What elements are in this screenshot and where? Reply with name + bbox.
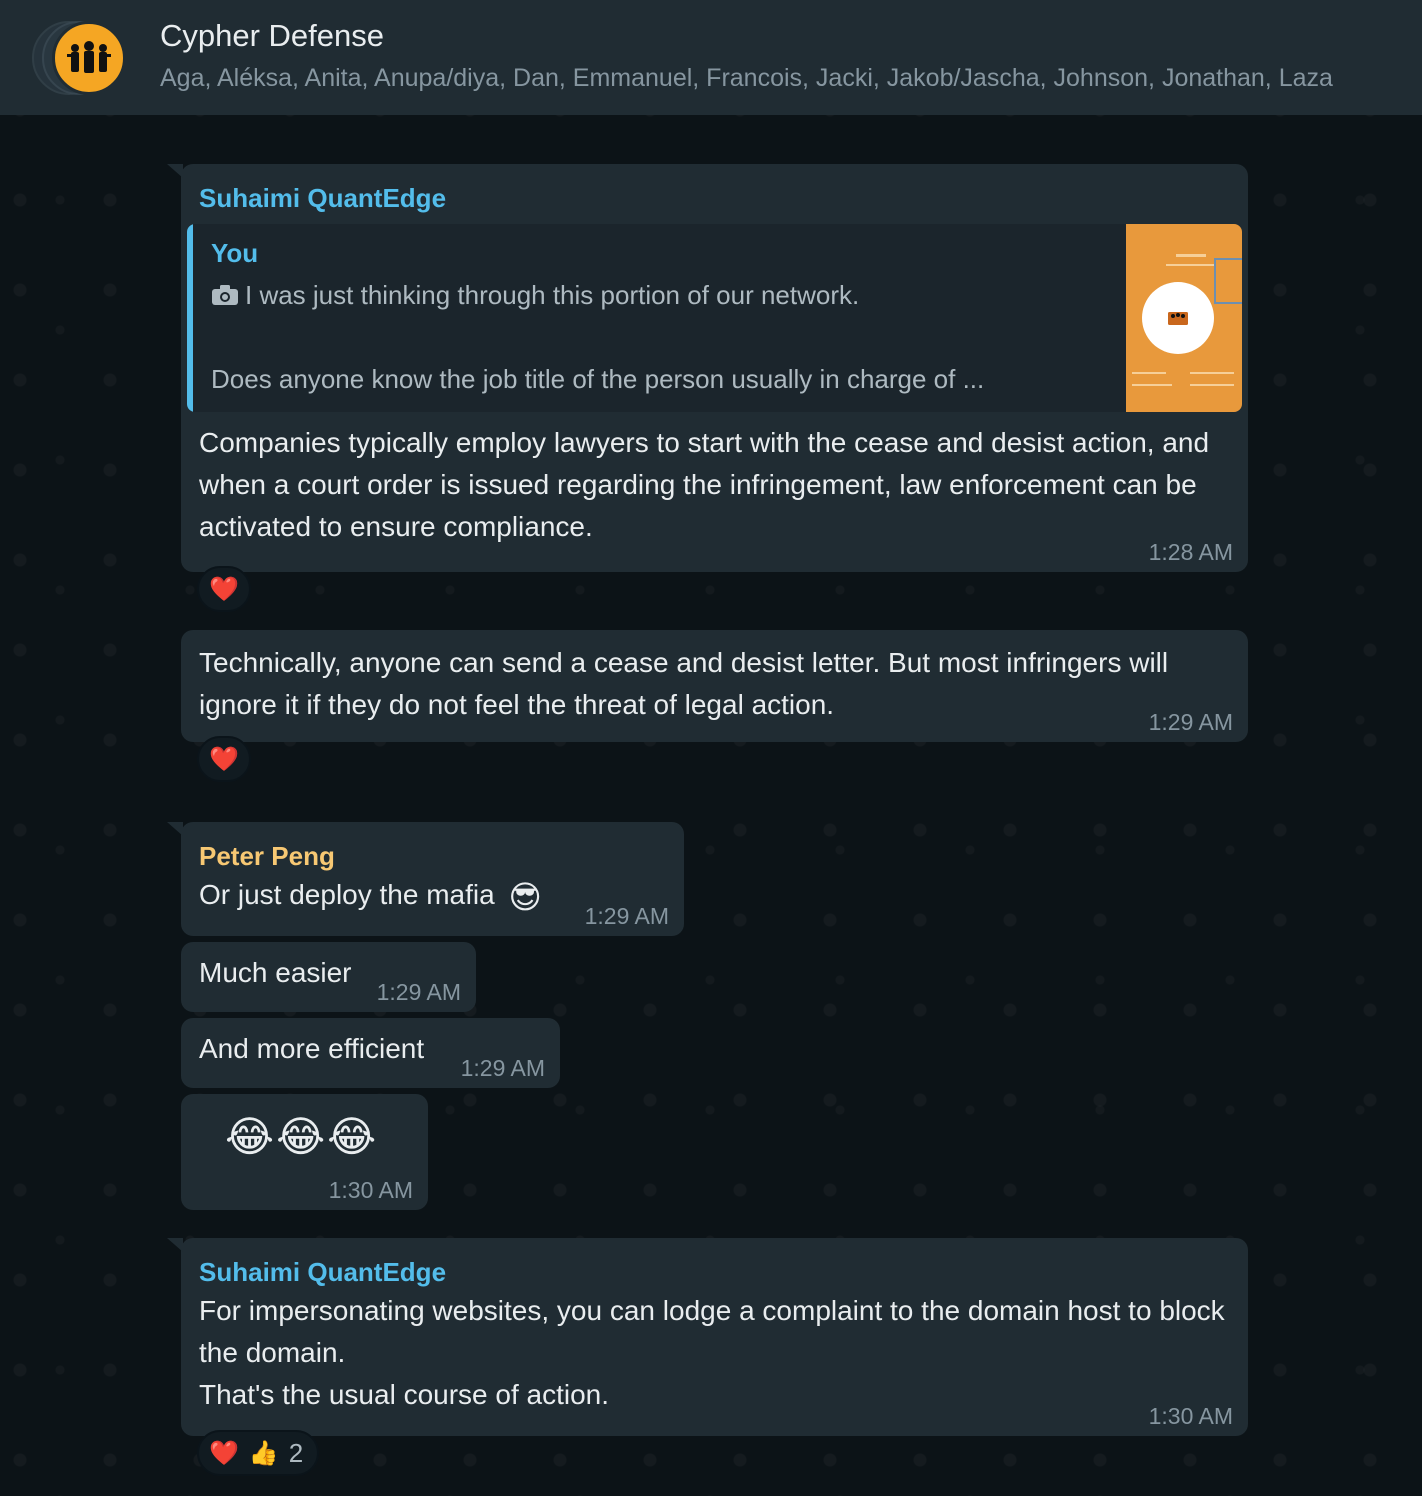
quote-image-thumbnail[interactable]: [1126, 224, 1242, 412]
quote-text: I was just thinking through this portion…: [245, 280, 860, 310]
message-bubble[interactable]: Technically, anyone can send a cease and…: [181, 630, 1248, 742]
message-bubble[interactable]: 😂😂😂 1:30 AM: [181, 1094, 428, 1210]
thumb-detail: [1132, 372, 1166, 374]
message-text: Or just deploy the mafia: [199, 879, 495, 910]
thumb-detail: [1166, 264, 1216, 266]
thumb-logo: [1142, 282, 1214, 354]
quote-accent-bar: [187, 224, 193, 412]
message-timestamp: 1:29 AM: [376, 979, 461, 1005]
thumb-detail: [1176, 254, 1206, 257]
message-timestamp: 1:30 AM: [328, 1177, 413, 1203]
chat-title[interactable]: Cypher Defense: [160, 18, 384, 54]
message-text: Technically, anyone can send a cease and…: [199, 647, 1169, 720]
reaction-badge[interactable]: ❤️ 👍 2: [197, 1430, 320, 1476]
message-bubble[interactable]: Suhaimi QuantEdge You I was just thinkin…: [167, 164, 1248, 572]
message-timestamp: 1:30 AM: [1148, 1403, 1233, 1429]
message-bubble[interactable]: And more efficient 1:29 AM: [181, 1018, 560, 1088]
quote-text-line-2: Does anyone know the job title of the pe…: [211, 364, 985, 394]
message-timestamp: 1:28 AM: [1148, 539, 1233, 565]
quote-text-line: I was just thinking through this portion…: [211, 280, 859, 311]
sunglasses-emoji-icon: 😎: [508, 878, 542, 915]
message-text: For impersonating websites, you can lodg…: [199, 1295, 1225, 1368]
thumb-detail: [1132, 384, 1172, 386]
thumb-detail: [1190, 384, 1234, 386]
reaction-count: 2: [288, 1437, 304, 1468]
heart-reaction-icon: ❤️: [209, 1439, 239, 1467]
thumb-detail: [1214, 258, 1242, 304]
message-text: Companies typically employ lawyers to st…: [199, 427, 1210, 542]
reaction-badge[interactable]: ❤️: [197, 566, 251, 612]
sender-name[interactable]: Peter Peng: [199, 838, 666, 874]
group-avatar-stack[interactable]: [32, 21, 132, 95]
sender-name[interactable]: Suhaimi QuantEdge: [199, 180, 1230, 216]
quoted-message[interactable]: You I was just thinking through this por…: [187, 224, 1242, 412]
message-text: That's the usual course of action.: [199, 1379, 610, 1410]
quote-sender-name: You: [211, 238, 259, 268]
heart-reaction-icon: ❤️: [209, 575, 239, 603]
thumbs-up-reaction-icon: 👍: [248, 1439, 279, 1467]
message-timestamp: 1:29 AM: [460, 1055, 545, 1081]
camera-icon: [212, 285, 238, 305]
group-avatar-icon[interactable]: [52, 21, 126, 95]
chat-header[interactable]: Cypher Defense Aga, Aléksa, Anita, Anupa…: [0, 0, 1422, 115]
laughing-emoji-icons: 😂😂😂: [225, 1113, 379, 1160]
heart-reaction-icon: ❤️: [209, 745, 239, 773]
message-bubble[interactable]: Peter Peng Or just deploy the mafia 😎 1:…: [167, 822, 684, 936]
sender-name[interactable]: Suhaimi QuantEdge: [199, 1254, 1230, 1290]
group-members-list[interactable]: Aga, Aléksa, Anita, Anupa/diya, Dan, Emm…: [160, 64, 1333, 93]
message-timestamp: 1:29 AM: [1148, 709, 1233, 735]
message-bubble[interactable]: Suhaimi QuantEdge For impersonating webs…: [167, 1238, 1248, 1436]
thumb-detail: [1190, 372, 1234, 374]
message-bubble[interactable]: Much easier 1:29 AM: [181, 942, 476, 1012]
reaction-badge[interactable]: ❤️: [197, 736, 251, 782]
message-timestamp: 1:29 AM: [584, 903, 669, 929]
